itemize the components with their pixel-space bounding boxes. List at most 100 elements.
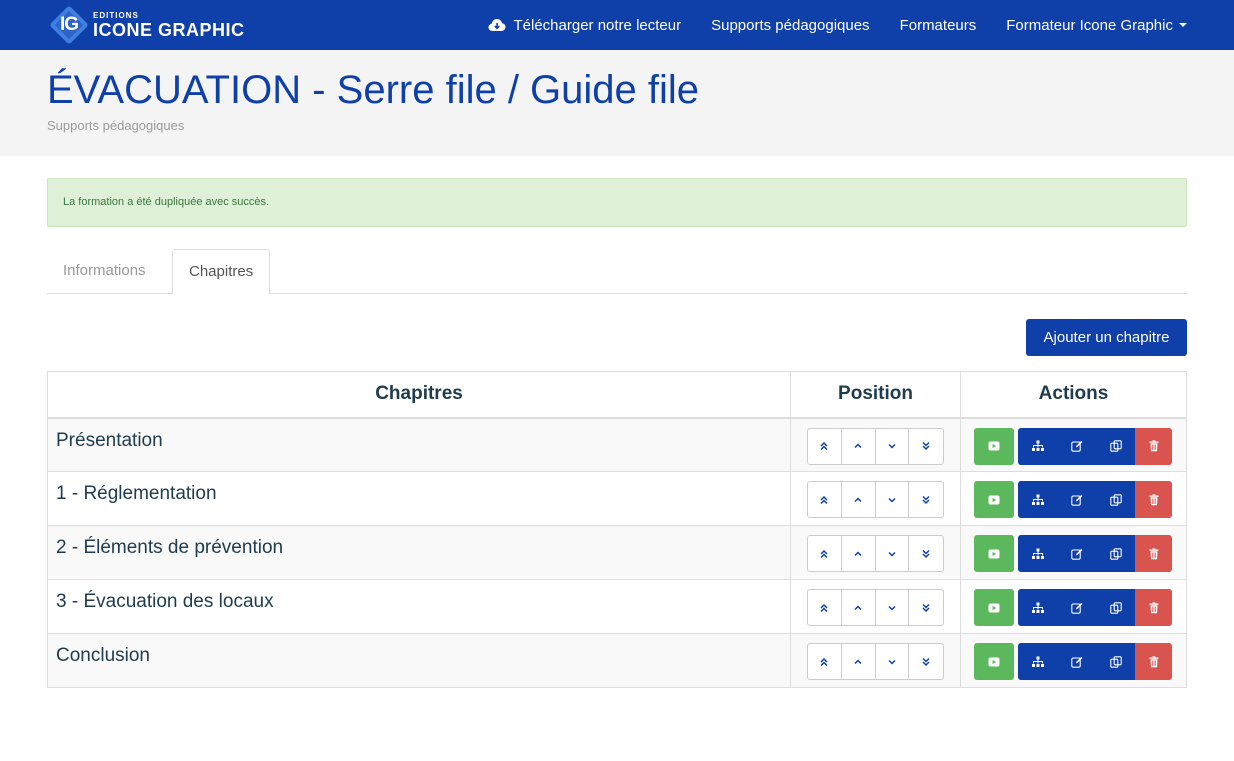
page-header: ÉVACUATION - Serre file / Guide file Sup… <box>0 50 1234 156</box>
nav-user-menu[interactable]: Formateur Icone Graphic <box>1006 17 1187 34</box>
tab-informations[interactable]: Informations <box>47 249 162 294</box>
move-bottom-button[interactable] <box>909 644 943 679</box>
play-button[interactable] <box>974 535 1015 572</box>
move-up-button[interactable] <box>842 536 876 571</box>
double-chevron-down-icon <box>922 657 930 666</box>
double-chevron-down-icon <box>922 603 930 612</box>
top-navbar: IG EDITIONS ICONE GRAPHIC Télécharger no… <box>0 0 1234 50</box>
chevron-down-icon <box>888 551 896 557</box>
logo-icon: IG <box>49 5 89 45</box>
delete-button[interactable] <box>1135 643 1173 680</box>
brand-logo-link[interactable]: IG EDITIONS ICONE GRAPHIC <box>49 4 245 46</box>
move-down-button[interactable] <box>876 482 910 517</box>
structure-button[interactable] <box>1018 535 1058 572</box>
move-bottom-button[interactable] <box>909 482 943 517</box>
play-button[interactable] <box>974 589 1015 626</box>
brand-text: EDITIONS ICONE GRAPHIC <box>93 11 245 40</box>
play-button[interactable] <box>974 643 1015 680</box>
move-top-button[interactable] <box>808 536 842 571</box>
chapter-name: 2 - Éléments de prévention <box>56 537 284 558</box>
cloud-download-icon <box>488 19 505 31</box>
delete-button[interactable] <box>1135 481 1173 518</box>
delete-button[interactable] <box>1135 589 1173 626</box>
edit-icon <box>1070 494 1082 506</box>
move-down-button[interactable] <box>876 536 910 571</box>
table-row: Conclusion <box>46 633 1187 688</box>
edit-icon <box>1070 656 1082 668</box>
actions-button-group <box>974 427 1186 465</box>
structure-button[interactable] <box>1018 589 1058 626</box>
duplicate-button[interactable] <box>1096 535 1136 572</box>
move-up-button[interactable] <box>842 482 876 517</box>
page-title: ÉVACUATION - Serre file / Guide file <box>47 68 700 112</box>
brand-name: ICONE GRAPHIC <box>93 19 245 40</box>
nav-trainers[interactable]: Formateurs <box>900 17 977 34</box>
move-top-button[interactable] <box>808 590 842 625</box>
move-down-button[interactable] <box>876 590 910 625</box>
sitemap-icon <box>1031 656 1044 667</box>
copy-icon <box>1109 547 1122 560</box>
nav-supports[interactable]: Supports pédagogiques <box>711 17 869 34</box>
chapter-name: Conclusion <box>56 645 150 666</box>
chapter-name: 1 - Réglementation <box>56 483 217 504</box>
duplicate-button[interactable] <box>1096 643 1136 680</box>
copy-icon <box>1109 601 1122 614</box>
edit-button[interactable] <box>1057 589 1097 626</box>
edit-button[interactable] <box>1057 427 1097 465</box>
delete-button[interactable] <box>1135 535 1173 572</box>
chapters-table: Chapitres Position Actions Présentation <box>46 371 1187 688</box>
trash-icon <box>1149 493 1159 505</box>
sitemap-icon <box>1031 602 1044 613</box>
structure-button[interactable] <box>1018 481 1058 518</box>
tab-chapitres[interactable]: Chapitres <box>172 249 271 295</box>
alert-message: La formation a été dupliquée avec succès… <box>63 196 270 208</box>
play-button[interactable] <box>974 427 1015 465</box>
move-up-button[interactable] <box>842 590 876 625</box>
caret-down-icon <box>1179 23 1187 27</box>
trash-icon <box>1149 655 1159 667</box>
trash-icon <box>1149 440 1159 452</box>
nav-download-player[interactable]: Télécharger notre lecteur <box>488 16 682 34</box>
play-button[interactable] <box>974 481 1015 518</box>
add-chapter-button[interactable]: Ajouter un chapitre <box>1026 319 1187 356</box>
move-down-button[interactable] <box>876 644 910 679</box>
move-bottom-button[interactable] <box>909 429 943 464</box>
duplicate-button[interactable] <box>1096 427 1136 465</box>
duplicate-button[interactable] <box>1096 481 1136 518</box>
move-top-button[interactable] <box>808 482 842 517</box>
copy-icon <box>1109 655 1122 668</box>
chevron-up-icon <box>854 604 862 610</box>
edit-button[interactable] <box>1057 481 1097 518</box>
structure-button[interactable] <box>1018 427 1058 465</box>
double-chevron-down-icon <box>922 495 930 504</box>
brand-small-text: EDITIONS <box>93 10 139 20</box>
copy-icon <box>1109 440 1122 452</box>
position-button-group <box>807 481 945 518</box>
play-icon <box>988 657 1000 666</box>
duplicate-button[interactable] <box>1096 589 1136 626</box>
position-button-group <box>807 643 945 680</box>
nav-user-label: Formateur Icone Graphic <box>1006 16 1173 34</box>
double-chevron-up-icon <box>820 603 828 612</box>
move-top-button[interactable] <box>808 428 842 464</box>
edit-button[interactable] <box>1057 643 1097 680</box>
delete-button[interactable] <box>1135 427 1173 465</box>
move-top-button[interactable] <box>808 644 842 679</box>
edit-button[interactable] <box>1057 535 1097 572</box>
chevron-up-icon <box>854 443 862 449</box>
play-icon <box>988 603 1000 612</box>
structure-button[interactable] <box>1018 643 1058 680</box>
move-up-button[interactable] <box>842 644 876 679</box>
chevron-down-icon <box>888 659 896 665</box>
move-up-button[interactable] <box>842 428 876 464</box>
move-bottom-button[interactable] <box>909 590 943 625</box>
chevron-down-icon <box>888 497 896 503</box>
actions-button-group <box>974 643 1186 680</box>
move-down-button[interactable] <box>876 428 910 464</box>
nav-download-label: Télécharger notre lecteur <box>513 16 682 34</box>
chevron-down-icon <box>888 443 896 449</box>
edit-icon <box>1070 548 1082 560</box>
success-alert: La formation a été dupliquée avec succès… <box>47 178 1187 227</box>
table-row: 3 - Évacuation des locaux <box>46 579 1187 634</box>
move-bottom-button[interactable] <box>909 536 943 571</box>
